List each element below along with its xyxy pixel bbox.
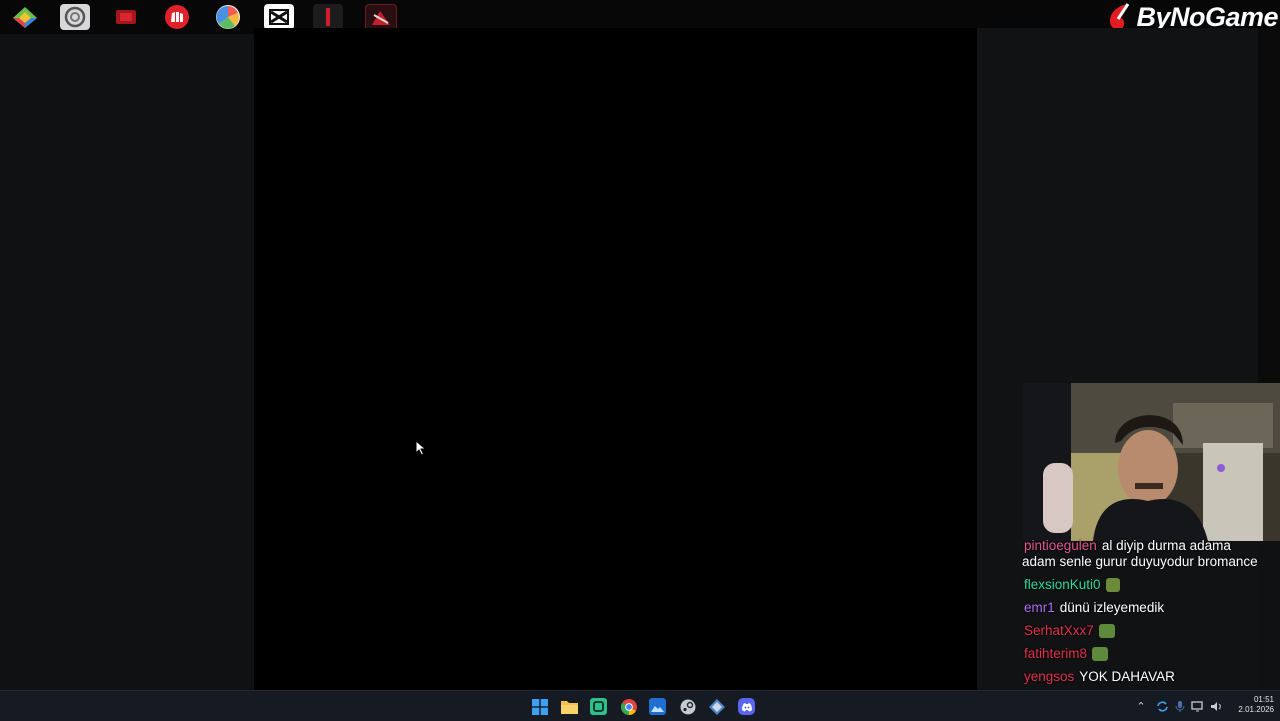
- chat-text: al diyip durma adama: [1101, 538, 1231, 553]
- microphone-icon[interactable]: [1175, 700, 1185, 713]
- stream-chat: pintioegulen al diyip durma adama adam se…: [1018, 538, 1280, 708]
- photos-icon[interactable]: [649, 698, 666, 715]
- windows-start-icon[interactable]: [531, 698, 548, 715]
- red-game-icon[interactable]: [111, 4, 141, 30]
- app-green-icon[interactable]: [590, 698, 607, 715]
- frog-emote-icon: [1105, 578, 1120, 593]
- chrome-icon[interactable]: [620, 698, 637, 715]
- chat-username: fatihterim8: [1024, 646, 1088, 661]
- discord-icon[interactable]: [738, 698, 755, 715]
- chat-message: SerhatXxx7: [1024, 623, 1115, 639]
- chat-message: fatihterim8: [1024, 646, 1109, 662]
- steam-icon[interactable]: [679, 698, 696, 715]
- streamer-webcam: [1023, 383, 1280, 541]
- chat-message: pintioegulen al diyip durma adama: [1024, 538, 1231, 554]
- chat-text: adam senle gurur duyuyodur bromance: [1022, 554, 1258, 569]
- clock-time: 01:51: [1253, 695, 1274, 704]
- chevron-up-icon[interactable]: ⌃: [1134, 700, 1148, 713]
- left-side-panel: [0, 34, 254, 690]
- volume-icon[interactable]: [1210, 700, 1223, 713]
- tray-icons: [1156, 691, 1223, 721]
- frog-emote-icon: [1098, 624, 1115, 639]
- obs-icon[interactable]: [60, 4, 90, 30]
- taskbar-clock[interactable]: 01:51 2.01.2026: [1238, 695, 1274, 715]
- chat-message: flexsionKuti0: [1024, 577, 1120, 593]
- bluestacks-icon[interactable]: [10, 4, 40, 30]
- chat-username: pintioegulen: [1024, 538, 1097, 553]
- red-bar-icon[interactable]: [313, 4, 343, 30]
- chat-message: yengsos YOK DAHAVAR: [1024, 669, 1175, 685]
- right-edge-strip: [1258, 28, 1280, 384]
- chat-message: adam senle gurur duyuyodur bromance: [1022, 554, 1258, 570]
- settings-app-icon[interactable]: [708, 698, 725, 715]
- riot-client-icon[interactable]: [162, 4, 192, 30]
- windows-taskbar: ⌃ 01:51 2.01.2026: [0, 690, 1280, 721]
- mouse-cursor-icon: [415, 439, 427, 461]
- clock-date: 2.01.2026: [1238, 705, 1274, 714]
- chat-username: SerhatXxx7: [1024, 623, 1094, 638]
- network-icon[interactable]: [1191, 700, 1204, 713]
- system-tray: ⌃: [1134, 691, 1148, 721]
- photo-app-icon[interactable]: [213, 4, 243, 30]
- sync-icon[interactable]: [1156, 700, 1169, 713]
- chat-text: YOK DAHAVAR: [1079, 669, 1175, 684]
- chat-text: dünü izleyemedik: [1059, 600, 1165, 615]
- chat-username: yengsos: [1024, 669, 1075, 684]
- game-viewport[interactable]: [254, 28, 977, 690]
- frog-emote-icon: [1092, 647, 1109, 662]
- chat-message: emr1 dünü izleyemedik: [1024, 600, 1164, 616]
- file-explorer-icon[interactable]: [561, 698, 578, 715]
- chat-username: flexsionKuti0: [1024, 577, 1101, 592]
- capcut-icon[interactable]: [264, 4, 294, 30]
- chat-username: emr1: [1024, 600, 1055, 615]
